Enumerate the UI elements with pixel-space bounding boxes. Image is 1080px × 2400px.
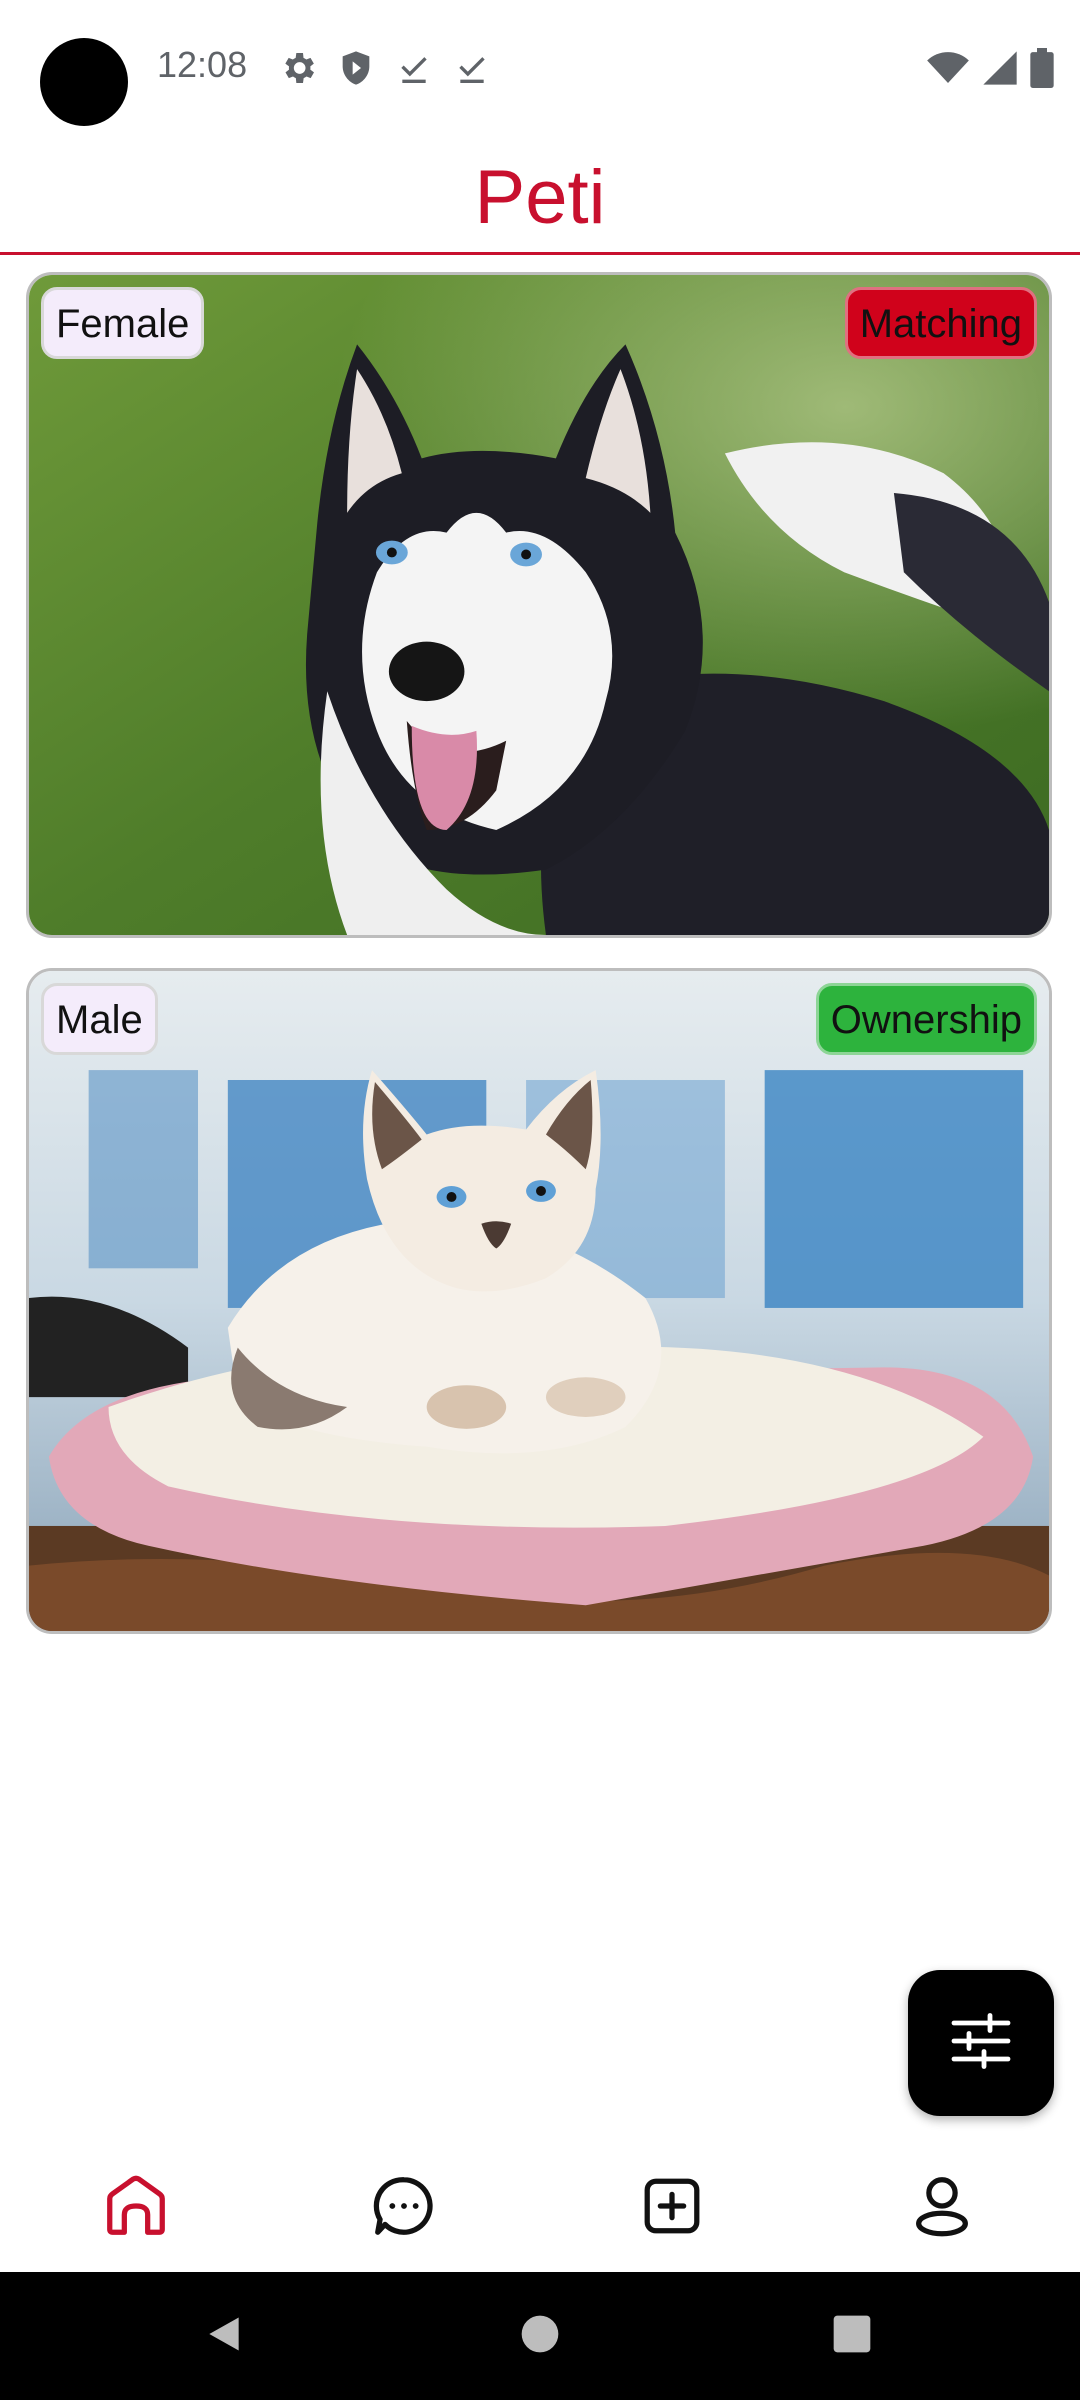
filter-button[interactable] [908, 1970, 1054, 2116]
pet-card[interactable]: Female Matching [26, 272, 1052, 938]
home-button[interactable] [512, 2308, 568, 2364]
back-button[interactable] [196, 2308, 252, 2364]
app-title: Peti [474, 155, 606, 240]
wifi-icon [926, 48, 970, 93]
bottom-navigation [0, 2140, 1080, 2272]
signal-icon [980, 48, 1020, 93]
gender-badge: Female [41, 287, 205, 359]
home-circle-icon [518, 2312, 562, 2361]
status-system-icons [926, 48, 1054, 93]
shield-icon [336, 48, 376, 93]
recents-button[interactable] [824, 2308, 880, 2364]
back-icon [202, 2312, 246, 2361]
app-header: Peti [0, 136, 1080, 255]
gear-icon [278, 48, 318, 93]
matching-tag: Matching [844, 287, 1037, 359]
nav-home[interactable] [86, 2158, 186, 2258]
profile-icon [907, 2171, 977, 2246]
ownership-tag: Ownership [815, 983, 1037, 1055]
husky-dog-photo [29, 275, 1049, 935]
nav-chat[interactable] [354, 2158, 454, 2258]
camera-cutout [40, 38, 128, 126]
nav-add[interactable] [622, 2158, 722, 2258]
pet-card[interactable]: Male Ownership [26, 968, 1052, 1634]
status-notification-icons [278, 48, 492, 93]
system-navigation-bar [0, 2272, 1080, 2400]
gender-badge: Male [41, 983, 158, 1055]
add-square-icon [637, 2171, 707, 2246]
status-bar: 12:08 [0, 0, 1080, 136]
nav-profile[interactable] [892, 2158, 992, 2258]
chat-bubble-icon [369, 2171, 439, 2246]
siamese-kitten-photo [29, 971, 1049, 1631]
filter-sliders-icon [945, 2005, 1017, 2082]
home-icon [101, 2171, 171, 2246]
status-time: 12:08 [157, 44, 248, 85]
download-done-icon [452, 48, 492, 93]
download-done-icon [394, 48, 434, 93]
battery-icon [1030, 48, 1054, 93]
recents-icon [830, 2312, 874, 2361]
